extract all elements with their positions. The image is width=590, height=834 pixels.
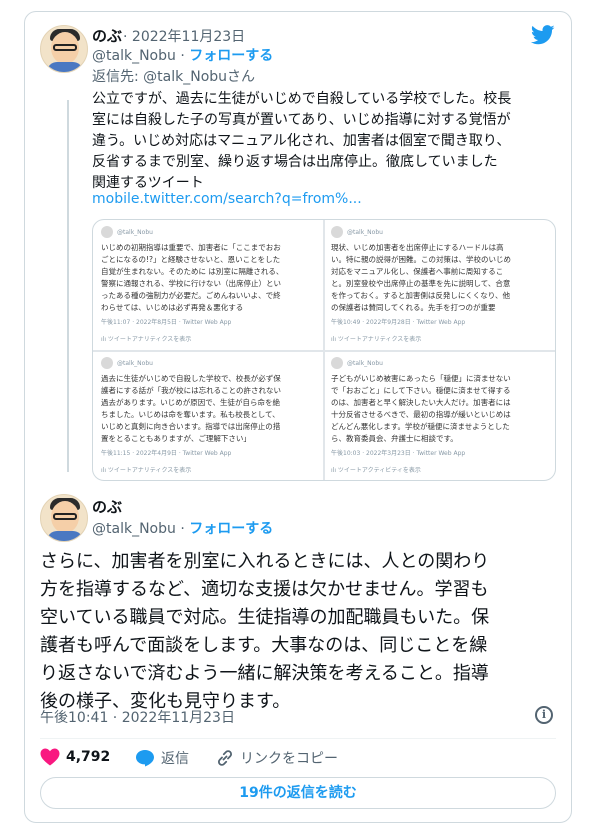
- tweet-text-line: 公立ですが、過去に生徒がいじめで自殺している学校でした。校長: [92, 91, 512, 107]
- embedded-line: で「おおごと」にして下さい。穏便に済ませて得する: [331, 386, 511, 395]
- embedded-line: と。別室登校や出席停止の基準を先に説明して、合意: [331, 279, 511, 288]
- avatar: [101, 226, 113, 238]
- tweet-text-line: 違う。いじめ対応はマニュアル化され、加害者は個室で聞き取り、: [92, 133, 511, 149]
- embedded-tweet-image[interactable]: @talk_Nobu 現状、いじめ加害者を出席停止にするハードルは高 い。特に親…: [331, 226, 551, 345]
- embedded-line: 置をとることもありますが、ご理解下さい」: [101, 434, 251, 443]
- reply-to[interactable]: 返信先: @talk_Nobuさん: [92, 66, 255, 86]
- reply-bubble-icon: [136, 750, 154, 767]
- like-count: 4,792: [66, 749, 111, 765]
- embedded-line: の保護者は賛同してくれる。先手を打つのが重要: [331, 303, 496, 312]
- tweet-text-line: 反省するまで別室、繰り返す場合は出席停止。徹底していました: [92, 154, 498, 170]
- tweet-text-line: さらに、加害者を別室に入れるときには、人との関わり: [40, 551, 490, 572]
- thread-line: [67, 100, 69, 472]
- avatar: [331, 357, 343, 369]
- reply-label: 返信: [161, 751, 189, 767]
- embedded-line: どんどん悪化します。学校が穏便に済ませようとした: [331, 422, 510, 431]
- embedded-line: ちました。いじめは命を奪います。私も校長として、: [101, 410, 280, 419]
- heart-icon: [40, 748, 60, 766]
- avatar: [101, 357, 113, 369]
- embedded-line: いじめと真剣に向き合います。指導では出席停止の措: [101, 422, 281, 431]
- avatar[interactable]: [40, 494, 88, 542]
- embedded-tweet-image[interactable]: @talk_Nobu 子どもがいじめ被害にあったら「穏便」に済ませない で「おお…: [331, 357, 551, 476]
- embedded-handle: @talk_Nobu: [347, 228, 383, 236]
- embedded-tweet-image[interactable]: @talk_Nobu 過去に生徒がいじめで自殺した学校で、校長が必ず保 護者にす…: [101, 357, 317, 476]
- embedded-line: いじめの初期指導は重要で、加害者に「ここまでおお: [101, 243, 281, 252]
- embedded-time: 午後10:49 · 2022年9月28日 · Twitter Web App: [331, 319, 466, 326]
- embedded-time: 午後11:15 · 2022年4月9日 · Twitter Web App: [101, 450, 232, 457]
- follow-button[interactable]: フォローする: [189, 521, 273, 537]
- read-replies-button[interactable]: 19件の返信を読む: [40, 777, 556, 809]
- embedded-text: 子どもがいじめ被害にあったら「穏便」に済ませない で「おおごと」にして下さい。穏…: [331, 373, 551, 445]
- info-icon[interactable]: i: [535, 706, 553, 724]
- embedded-line: 警察に通報される、学校に行けない（出席停止）とい: [101, 279, 281, 288]
- tweet-text: さらに、加害者を別室に入れるときには、人との関わり 方を指導するなど、適切な支援…: [40, 548, 550, 716]
- tweet-text-line: 空いている職員で対応。生徒指導の加配職員もいた。保: [40, 607, 490, 628]
- embedded-line: 護者にする話が「我が校には忘れることの許されない: [101, 386, 281, 395]
- embedded-line: ったある種の強制力が必要だ。ごめんねいいよ、で終: [101, 291, 281, 300]
- tweet-text-line: 護者も呼んで面談をします。大事なのは、同じことを繰: [40, 635, 488, 656]
- copy-link-label: リンクをコピー: [240, 751, 338, 767]
- embedded-analytics: ılı ツイートアナリティクスを表示: [101, 336, 192, 343]
- embedded-line: い。特に親の説得が困難。この対策は、学校のいじめ: [331, 255, 511, 264]
- twitter-bird-icon[interactable]: [531, 25, 555, 45]
- author-handle-line: @talk_Nobu · フォローする: [92, 48, 274, 64]
- embedded-line: 対応をマニュアル化し、保護者へ事前に周知するこ: [331, 267, 504, 276]
- avatar[interactable]: [40, 25, 88, 73]
- tweet-date[interactable]: · 2022年11月23日: [123, 26, 245, 46]
- reply-button[interactable]: 返信: [135, 748, 189, 768]
- author-name[interactable]: のぶ: [92, 496, 122, 517]
- embedded-text: 過去に生徒がいじめで自殺した学校で、校長が必ず保 護者にする話が「我が校には忘れ…: [101, 373, 317, 445]
- embedded-handle: @talk_Nobu: [117, 359, 153, 367]
- embedded-line: 自覚が生まれない。そのために は別室に隔離される、: [101, 267, 284, 276]
- embedded-time: 午後11:07 · 2022年8月5日 · Twitter Web App: [101, 319, 232, 326]
- embedded-analytics: ılı ツイートアナリティクスを表示: [331, 336, 422, 343]
- author-handle[interactable]: @talk_Nobu: [92, 48, 176, 64]
- embedded-line: を作っておく。すると加害側は反発しにくくなり、他: [331, 291, 510, 300]
- embedded-line: ら、教育委員会、弁護士に相談です。: [331, 434, 458, 443]
- author-name[interactable]: のぶ: [92, 25, 122, 46]
- embedded-analytics: ılı ツイートアナリティクスを表示: [101, 467, 192, 474]
- embedded-time: 午後10:03 · 2022年3月23日 · Twitter Web App: [331, 450, 466, 457]
- tweet-timestamp[interactable]: 午後10:41 · 2022年11月23日: [40, 707, 235, 727]
- link-icon: [218, 750, 232, 766]
- embedded-text: 現状、いじめ加害者を出席停止にするハードルは高 い。特に親の説得が困難。この対策…: [331, 242, 551, 314]
- tweet-text: 公立ですが、過去に生徒がいじめで自殺している学校でした。校長 室には自殺した子の…: [92, 89, 548, 194]
- embedded-line: 子どもがいじめ被害にあったら「穏便」に済ませない: [331, 374, 511, 383]
- embedded-handle: @talk_Nobu: [117, 228, 153, 236]
- like-button[interactable]: 4,792: [40, 748, 110, 766]
- embedded-line: ごとになるの!?」と経験させないと、恩いことをした: [101, 255, 281, 264]
- embedded-line: わらせては、いじめは必ず再発＆悪化する: [101, 303, 244, 312]
- embedded-line: 十分反省させるべきで、最初の指導が緩いといじめは: [331, 410, 511, 419]
- tweet-text-line: り返さないで済むよう一緒に解決策を考えること。指導: [40, 663, 489, 684]
- author-handle-line: @talk_Nobu · フォローする: [92, 521, 274, 537]
- avatar: [331, 226, 343, 238]
- embedded-handle: @talk_Nobu: [347, 359, 383, 367]
- divider: [40, 738, 556, 739]
- embedded-line: 過去があります。いじめが原因で、生徒が自ら命を絶: [101, 398, 280, 407]
- image-mosaic[interactable]: @talk_Nobu いじめの初期指導は重要で、加害者に「ここまでおお ごとにな…: [92, 219, 556, 481]
- embedded-line: 現状、いじめ加害者を出席停止にするハードルは高: [331, 243, 504, 252]
- copy-link-button[interactable]: リンクをコピー: [216, 748, 338, 768]
- embedded-text: いじめの初期指導は重要で、加害者に「ここまでおお ごとになるの!?」と経験させな…: [101, 242, 317, 314]
- tweet-text-line: 方を指導するなど、適切な支援は欠かせません。学習も: [40, 579, 489, 600]
- embedded-analytics: ılı ツイートアクティビティを表示: [331, 467, 421, 474]
- embedded-line: 過去に生徒がいじめで自殺した学校で、校長が必ず保: [101, 374, 281, 383]
- tweet-link[interactable]: mobile.twitter.com/search?q=from%...: [92, 191, 362, 207]
- embedded-line: のは、加害者と早く解決したい大人だけ。加害者には: [331, 398, 511, 407]
- tweet-text-line: 室には自殺した子の写真が置いてあり、いじめ指導に対する覚悟が: [92, 112, 511, 128]
- embedded-tweet-image[interactable]: @talk_Nobu いじめの初期指導は重要で、加害者に「ここまでおお ごとにな…: [101, 226, 317, 345]
- author-handle[interactable]: @talk_Nobu: [92, 521, 176, 537]
- follow-button[interactable]: フォローする: [189, 48, 273, 64]
